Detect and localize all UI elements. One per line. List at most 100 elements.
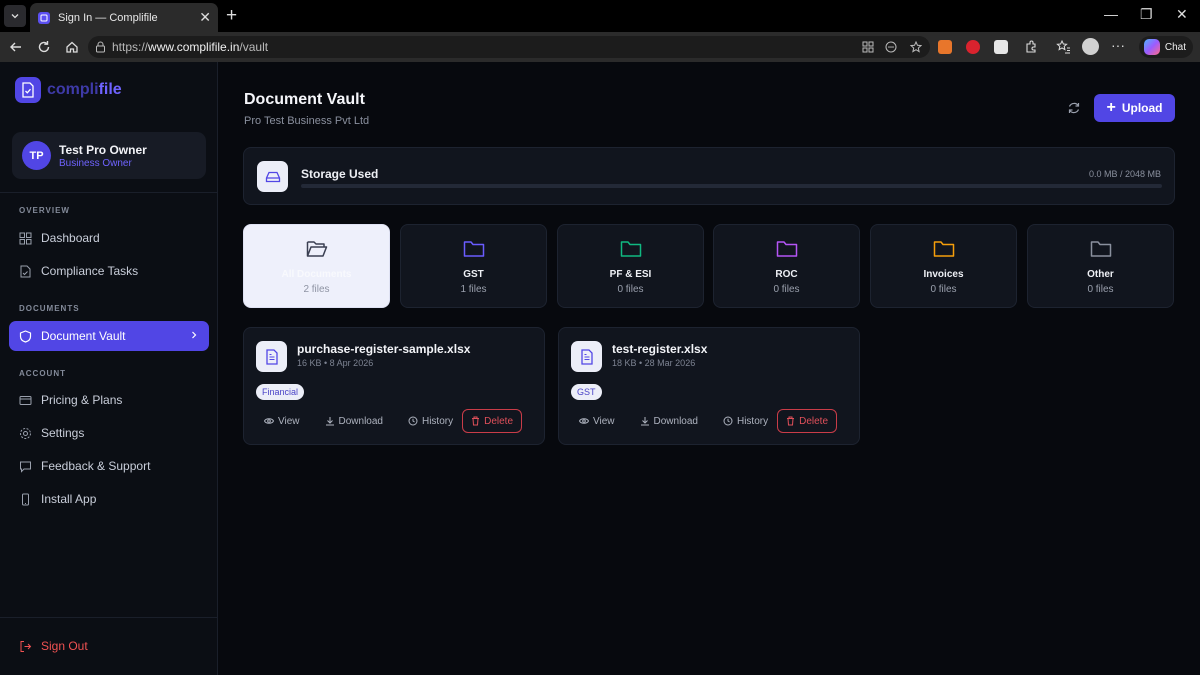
category-all-documents[interactable]: All Documents 2 files [243,224,390,308]
sidebar-item-label: Compliance Tasks [41,264,139,278]
sidebar: complifile TP Test Pro Owner Business Ow… [0,62,218,675]
address-bar[interactable]: https://www.complifile.in/vault [88,36,930,58]
category-count: 0 files [773,284,800,295]
tab-actions-menu-button[interactable] [4,5,26,27]
url-host: www.complifile.in [148,40,240,54]
shield-icon [19,329,32,343]
file-text-icon [256,341,287,372]
document-card[interactable]: test-register.xlsx 18 KB • 28 Mar 2026 G… [558,327,860,445]
section-label-account: ACCOUNT [19,369,66,378]
user-name: Test Pro Owner [59,143,147,157]
chevron-right-icon [192,331,197,339]
brand-name: complifile [47,81,122,98]
document-actions: View Download History Delete [256,409,523,433]
chevron-down-icon [11,14,19,19]
sidebar-item-pricing-plans[interactable]: Pricing & Plans [9,385,209,415]
folder-open-icon [306,241,328,257]
delete-button[interactable]: Delete [462,409,523,433]
history-button[interactable]: History [400,416,453,427]
copilot-icon [1144,39,1160,55]
sidebar-item-label: Pricing & Plans [41,393,123,407]
tasks-icon [20,265,31,277]
brand-logo[interactable]: complifile [15,77,122,103]
sidebar-item-label: Document Vault [41,329,126,343]
category-name: Invoices [923,269,964,280]
storage-title: Storage Used [301,167,379,181]
storage-card: Storage Used 0.0 MB / 2048 MB [243,147,1175,205]
user-role: Business Owner [59,158,132,169]
document-tag: GST [571,384,602,400]
category-count: 0 files [1087,284,1114,295]
minimize-button[interactable]: — [1104,6,1118,22]
favorite-star-icon[interactable] [910,41,922,53]
extension-image-icon[interactable] [994,40,1008,54]
document-name[interactable]: test-register.xlsx [612,342,707,356]
download-button[interactable]: Download [632,416,698,427]
sidebar-item-settings[interactable]: Settings [9,418,209,448]
category-pf-esi[interactable]: PF & ESI 0 files [557,224,704,308]
profile-avatar[interactable] [1082,38,1099,55]
sidebar-item-compliance-tasks[interactable]: Compliance Tasks [9,256,209,286]
delete-button[interactable]: Delete [777,409,838,433]
category-roc[interactable]: ROC 0 files [713,224,860,308]
category-invoices[interactable]: Invoices 0 files [870,224,1017,308]
document-meta: 18 KB • 28 Mar 2026 [612,358,696,368]
category-count: 0 files [930,284,957,295]
sidebar-item-feedback-support[interactable]: Feedback & Support [9,451,209,481]
favorites-icon[interactable] [1055,39,1071,55]
document-meta: 16 KB • 8 Apr 2026 [297,358,374,368]
sidebar-item-install-app[interactable]: Install App [9,484,209,514]
folder-icon [933,241,955,257]
clock-icon [408,416,418,426]
chat-label: Chat [1164,41,1186,53]
upload-button[interactable]: + Upload [1094,94,1175,122]
category-other[interactable]: Other 0 files [1027,224,1174,308]
page-subtitle: Pro Test Business Pvt Ltd [244,115,370,127]
history-button[interactable]: History [715,416,768,427]
tab-title: Sign In — Complifile [58,11,158,24]
new-tab-button[interactable]: + [226,6,237,25]
app-available-icon[interactable] [862,41,874,53]
sidebar-divider [0,617,218,618]
user-card[interactable]: TP Test Pro Owner Business Owner [12,132,206,179]
extensions-puzzle-icon[interactable] [1023,39,1039,55]
document-name[interactable]: purchase-register-sample.xlsx [297,342,470,356]
category-gst[interactable]: GST 1 files [400,224,547,308]
phone-icon [22,493,29,505]
reload-icon[interactable] [36,39,52,55]
back-icon[interactable] [8,39,24,55]
close-window-button[interactable]: ✕ [1176,6,1188,23]
document-tag: Financial [256,384,305,400]
trash-icon [472,416,480,426]
storage-progress-bar [301,184,1162,188]
sidebar-item-label: Feedback & Support [41,459,151,473]
sidebar-item-label: Dashboard [41,231,100,245]
browser-tab[interactable]: Sign In — Complifile ✕ [30,3,218,32]
browser-toolbar: https://www.complifile.in/vault ··· Chat [0,32,1200,62]
download-button[interactable]: Download [317,416,383,427]
copilot-chat-button[interactable]: Chat [1139,36,1193,58]
adblock-extension-icon[interactable] [966,40,980,54]
restore-button[interactable]: ❐ [1140,6,1153,23]
refresh-icon[interactable] [1067,101,1081,115]
more-options-button[interactable]: ··· [1111,38,1125,52]
document-actions: View Download History Delete [571,409,838,433]
read-aloud-icon[interactable] [885,41,897,53]
url-path: /vault [239,40,269,54]
sidebar-item-document-vault[interactable]: Document Vault [9,321,209,351]
view-button[interactable]: View [571,416,615,427]
sidebar-item-label: Install App [41,492,97,506]
view-button[interactable]: View [256,416,300,427]
chat-icon [20,461,31,473]
extension-fox-icon[interactable] [938,40,952,54]
category-name: All Documents [281,269,352,280]
document-card[interactable]: purchase-register-sample.xlsx 16 KB • 8 … [243,327,545,445]
category-name: PF & ESI [609,269,652,280]
sign-out-button[interactable]: Sign Out [9,631,209,661]
main-content: Document Vault Pro Test Business Pvt Ltd… [219,62,1200,675]
sidebar-item-dashboard[interactable]: Dashboard [9,223,209,253]
home-icon[interactable] [64,39,80,55]
hard-drive-icon [257,161,288,192]
tab-close-icon[interactable]: ✕ [199,10,211,24]
category-name: Other [1087,269,1114,280]
